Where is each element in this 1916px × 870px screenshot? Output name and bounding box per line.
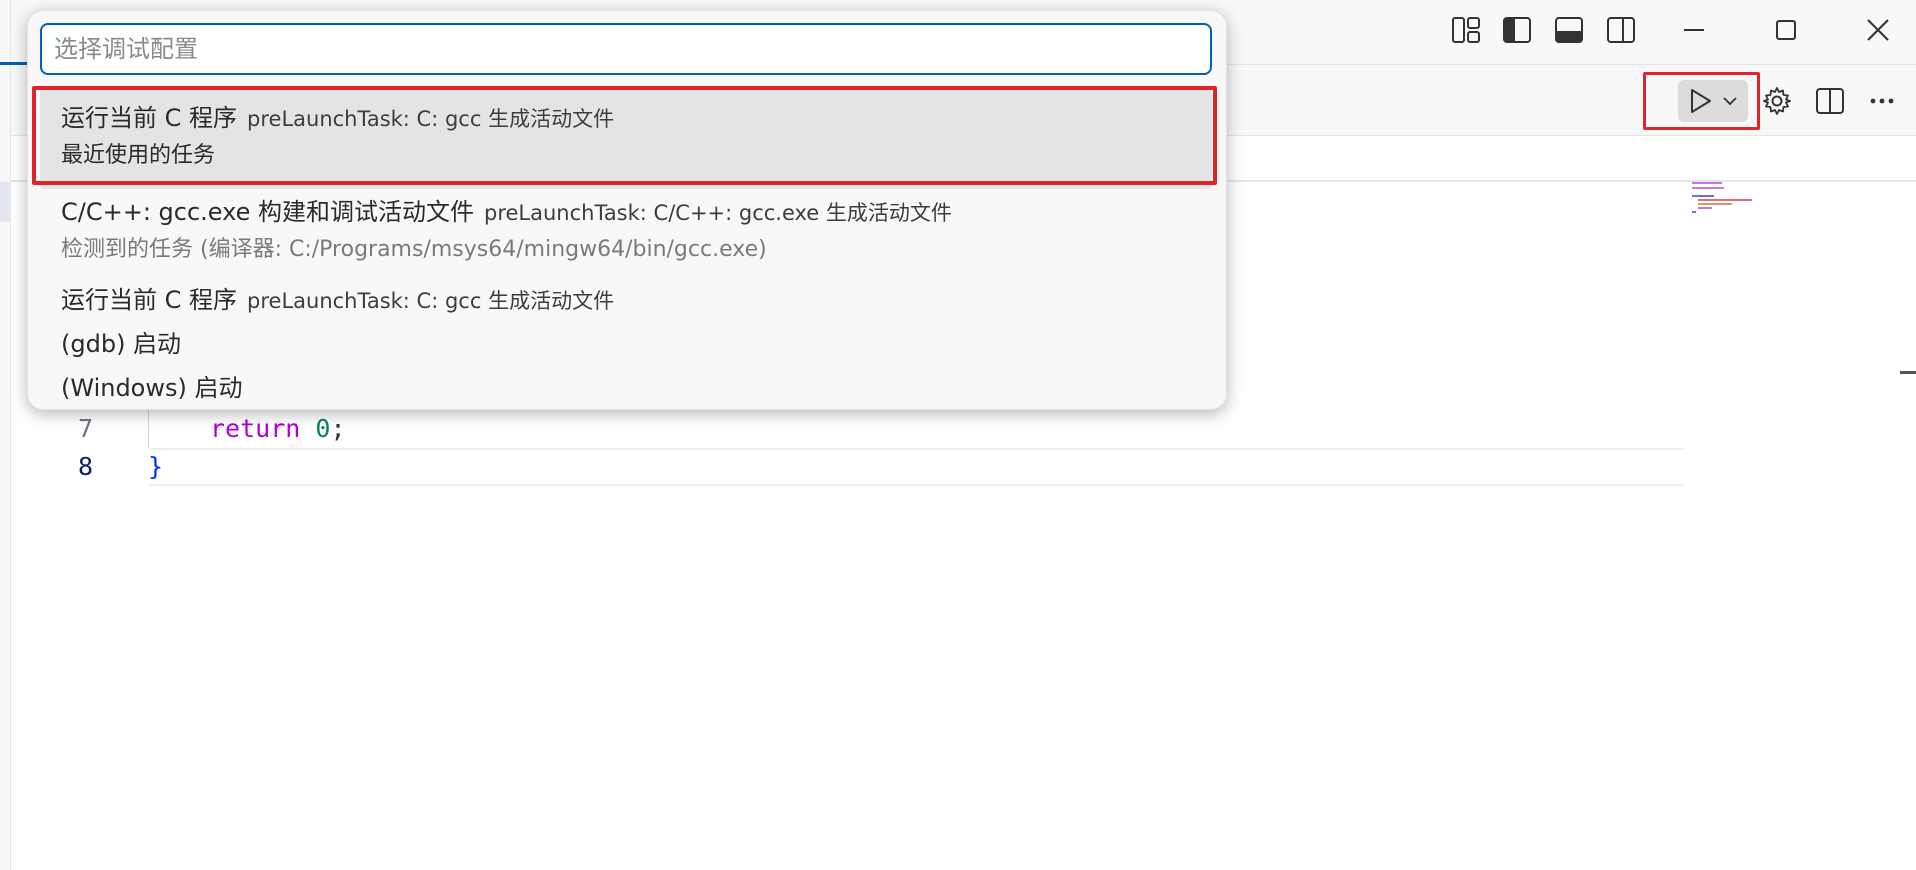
code-number: 0 (315, 414, 331, 443)
minimap-line (1692, 195, 1714, 197)
minimap-line (1692, 211, 1696, 213)
minimap-line (1698, 207, 1712, 209)
quickpick-input[interactable] (40, 23, 1212, 75)
minimize-button[interactable] (1676, 12, 1712, 48)
split-editor-button[interactable] (1810, 81, 1850, 121)
minimize-icon (1684, 29, 1704, 31)
toggle-secondary-sidebar-button[interactable] (1603, 12, 1639, 48)
quickpick-item-label: (gdb) 启动 (61, 330, 182, 358)
code-keyword: return (210, 414, 301, 443)
minimap-line (1698, 203, 1732, 205)
toggle-primary-sidebar-icon (1503, 17, 1531, 43)
debug-config-quickpick: 运行当前 C 程序preLaunchTask: C: gcc 生成活动文件 最近… (27, 10, 1227, 410)
gear-icon (1763, 87, 1791, 115)
line-number: 7 (77, 414, 93, 443)
quickpick-item-label: C/C++: gcc.exe 构建和调试活动文件 (61, 198, 474, 226)
quickpick-item[interactable]: 运行当前 C 程序 preLaunchTask: C: gcc 生成活动文件 (40, 279, 1212, 321)
quickpick-item-label: 运行当前 C 程序 (61, 286, 238, 314)
customize-layout-button[interactable] (1448, 12, 1484, 48)
close-button[interactable] (1860, 12, 1896, 48)
code-line[interactable]: return 0; (210, 410, 346, 448)
minimap-line (1692, 187, 1724, 189)
close-icon (1867, 19, 1889, 41)
toggle-panel-icon (1555, 17, 1583, 43)
quickpick-item-description: preLaunchTask: C: gcc 生成活动文件 (247, 289, 615, 313)
customize-layout-icon (1452, 17, 1480, 43)
quickpick-item[interactable]: (gdb) 启动 (40, 323, 1212, 365)
current-line-highlight (150, 448, 1684, 486)
settings-button[interactable] (1757, 81, 1797, 121)
quickpick-item-label: (Windows) 启动 (61, 374, 243, 402)
run-button-highlight (1643, 72, 1760, 130)
line-number: 8 (77, 452, 93, 481)
active-tab-indicator (0, 62, 27, 65)
quickpick-item[interactable]: (Windows) 启动 (40, 367, 1212, 409)
maximize-icon (1776, 20, 1796, 40)
quickpick-item-description: preLaunchTask: C/C++: gcc.exe 生成活动文件 (484, 201, 952, 225)
toggle-panel-button[interactable] (1551, 12, 1587, 48)
maximize-button[interactable] (1768, 12, 1804, 48)
more-actions-button[interactable] (1862, 81, 1902, 121)
sidebar-selection (0, 182, 10, 222)
minimap-line (1692, 182, 1722, 184)
split-editor-icon (1816, 88, 1844, 114)
quickpick-item[interactable]: C/C++: gcc.exe 构建和调试活动文件 preLaunchTask: C… (40, 191, 1212, 275)
code-line[interactable]: } (148, 448, 163, 486)
toggle-primary-sidebar-button[interactable] (1499, 12, 1535, 48)
indent-guide (148, 410, 149, 448)
scrollbar-cursor-marker (1900, 371, 1916, 374)
quickpick-item-detail: 检测到的任务 (编译器: C:/Programs/msys64/mingw64/… (61, 237, 767, 262)
minimap-line (1698, 199, 1752, 201)
toggle-secondary-sidebar-icon (1607, 17, 1635, 43)
code-punct: ; (330, 414, 346, 443)
selected-item-highlight (32, 86, 1217, 185)
vscode-window: 7 return 0; 8 } 运行当前 C 程序 preLaunchTask: … (0, 0, 1916, 870)
activity-bar-edge (0, 0, 11, 870)
more-actions-icon (1870, 98, 1894, 104)
